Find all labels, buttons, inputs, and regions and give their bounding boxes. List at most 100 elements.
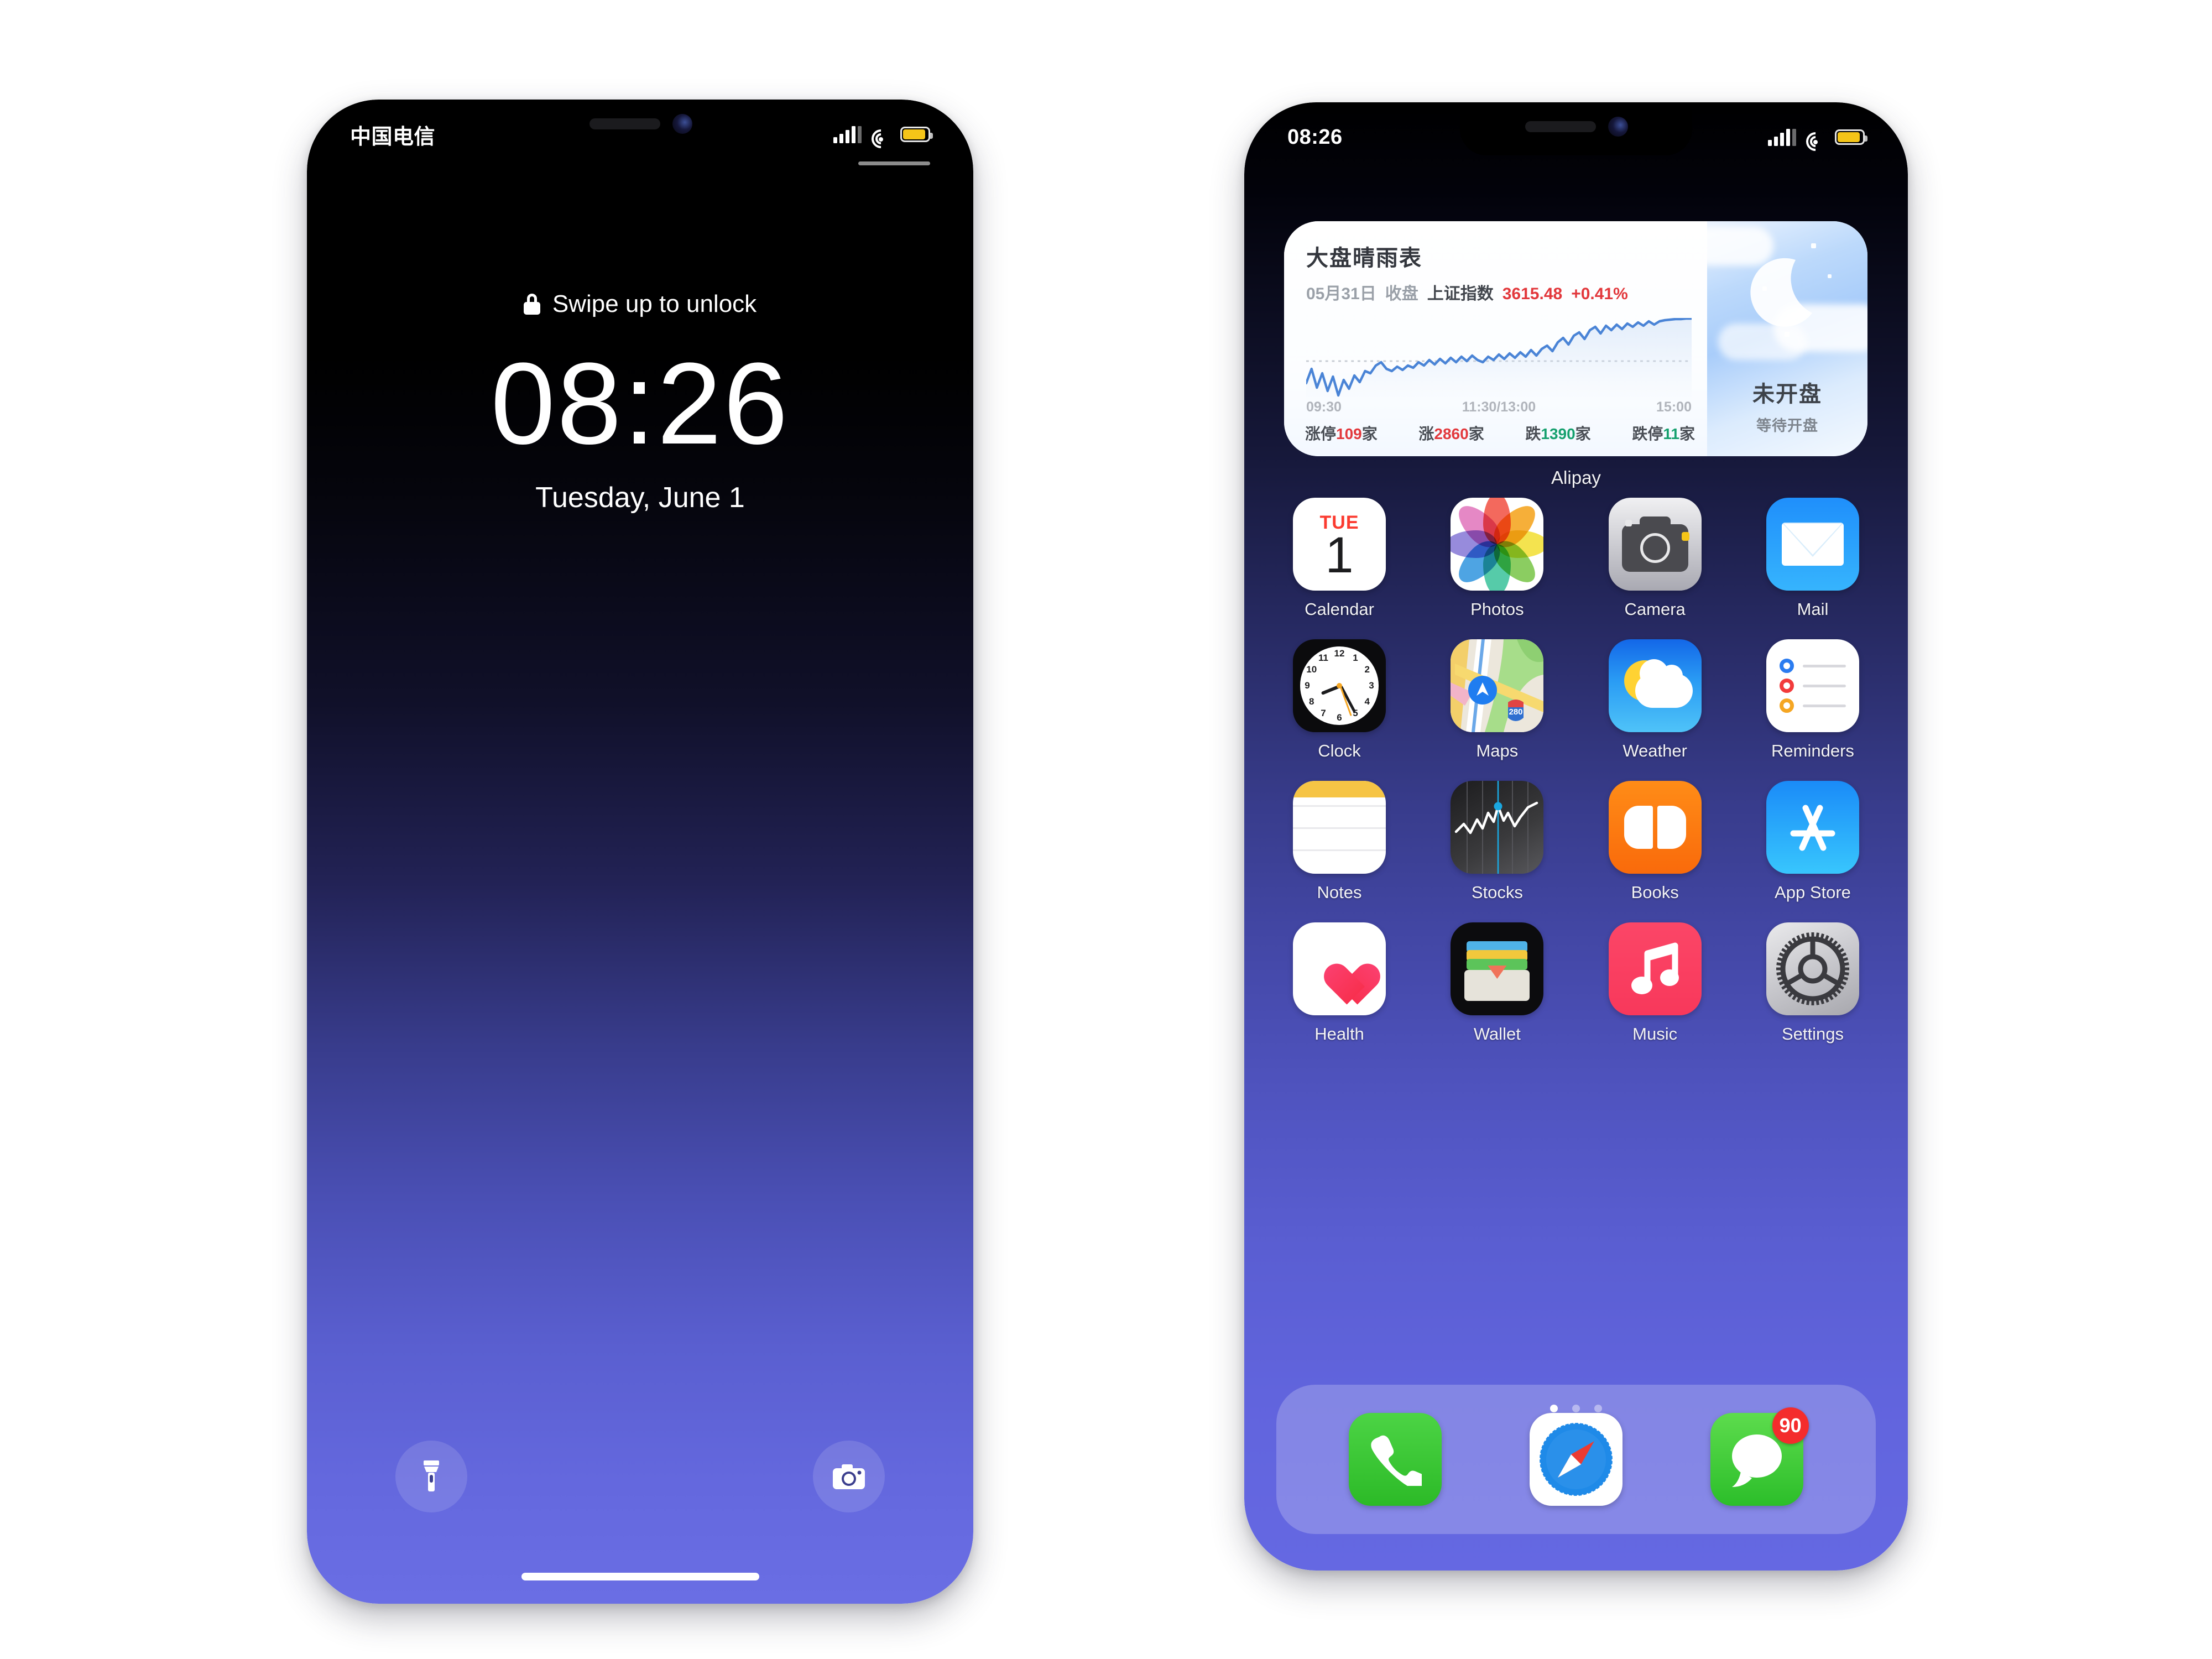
axis-middle: 11:30/13:00 [1462,399,1536,415]
clock-numeral: 9 [1305,680,1310,691]
widget-market-status: 未开盘 [1752,382,1822,406]
clock-numeral: 12 [1334,648,1345,659]
app-label: Music [1632,1024,1678,1044]
camera-icon [833,1464,865,1489]
books-icon [1608,781,1702,874]
app-notes[interactable]: Notes [1284,781,1395,902]
axis-start: 09:30 [1306,399,1342,415]
clock-numeral: 10 [1306,664,1317,675]
app-reminders[interactable]: Reminders [1757,639,1868,761]
widget-index-name: 上证指数 [1427,285,1494,303]
app-label: App Store [1775,883,1851,902]
clock-numeral: 11 [1318,652,1328,663]
home-screen-surface[interactable]: 08:26 大盘晴雨表 05月31日 收盘 上证指数 3615.48 +0.41… [1244,102,1908,1571]
stat-limit-up: 涨停109家 [1305,425,1378,442]
carrier-label: 中国电信 [350,125,436,149]
phone-icon [1349,1413,1442,1506]
app-row: Notes Stocks Books App Store [1284,781,1868,902]
lock-date: Tuesday, June 1 [535,482,745,514]
control-center-grabber[interactable] [858,161,930,165]
app-photos[interactable]: Photos [1442,498,1552,619]
maps-icon: 280 [1451,639,1544,732]
widget-session: 收盘 [1385,285,1418,303]
app-calendar[interactable]: TUE 1 Calendar [1284,498,1395,619]
swipe-hint-label: Swipe up to unlock [552,290,757,317]
app-camera[interactable]: Camera [1600,498,1710,619]
star-shape [1811,243,1816,248]
mail-icon [1766,498,1859,591]
weather-icon [1608,639,1702,732]
axis-end: 15:00 [1656,399,1692,415]
app-store-icon [1766,781,1859,874]
swipe-to-unlock-row[interactable]: Swipe up to unlock [307,290,973,318]
music-icon [1608,922,1702,1015]
clock-icon: 1 2 3 4 5 6 7 8 9 10 11 12 [1293,639,1386,732]
photos-icon [1451,498,1544,591]
lock-status-bar: 中国电信 [307,115,973,154]
app-row: Health Wallet Music Settings [1284,922,1868,1044]
widget-stats-row: 涨停109家 涨2860家 跌1390家 跌停11家 [1305,422,1695,444]
app-music[interactable]: Music [1600,922,1710,1044]
widget-app-label: Alipay [1551,467,1601,488]
calendar-icon: TUE 1 [1293,498,1386,591]
app-row: 1 2 3 4 5 6 7 8 9 10 11 12 Clock 280 Map… [1284,639,1868,761]
lock-wallpaper [307,100,973,1604]
app-label: Photos [1470,599,1524,619]
app-label: Clock [1318,741,1361,760]
home-indicator[interactable] [521,1573,759,1580]
app-grid: TUE 1 Calendar Photos Camera Mail 1 2 3 … [1284,498,1868,1064]
app-weather[interactable]: Weather [1600,639,1710,761]
stock-widget[interactable]: 大盘晴雨表 05月31日 收盘 上证指数 3615.48 +0.41% 09:3… [1284,221,1867,456]
app-maps[interactable]: 280 Maps [1442,639,1552,761]
flashlight-icon [424,1460,439,1491]
clock-numeral: 1 [1353,652,1358,663]
app-stocks[interactable]: Stocks [1442,781,1552,902]
star-shape [1785,332,1790,337]
widget-line-chart [1306,318,1692,401]
app-wallet[interactable]: Wallet [1442,922,1552,1044]
flashlight-button[interactable] [395,1441,467,1512]
lock-screen-surface[interactable]: 中国电信 Swipe up to unlock 08:26 Tuesday, J… [307,100,973,1604]
star-shape [1762,286,1767,291]
stocks-icon [1451,781,1544,874]
app-label: Wallet [1473,1024,1521,1044]
clock-numeral: 7 [1321,708,1326,719]
stat-limit-down: 跌停11家 [1632,425,1695,442]
app-app-store[interactable]: App Store [1757,781,1868,902]
widget-status-panel: 未开盘 等待开盘 [1707,221,1867,456]
wifi-icon [1802,128,1829,155]
clock-numeral: 3 [1369,680,1374,691]
widget-date: 05月31日 [1306,285,1376,303]
clock-numeral: 5 [1353,708,1358,719]
camera-button[interactable] [813,1441,885,1512]
app-health[interactable]: Health [1284,922,1395,1044]
app-label: Settings [1781,1024,1844,1044]
app-label: Calendar [1305,599,1374,619]
app-mail[interactable]: Mail [1757,498,1868,619]
battery-icon [1835,129,1867,145]
widget-index-value: 3615.48 [1502,285,1563,303]
app-label: Camera [1624,599,1686,619]
dock-app-messages[interactable]: 90 [1710,1407,1809,1506]
app-settings[interactable]: Settings [1757,922,1868,1044]
app-clock[interactable]: 1 2 3 4 5 6 7 8 9 10 11 12 Clock [1284,639,1395,761]
dock-app-phone[interactable] [1349,1413,1442,1506]
clock-numeral: 8 [1309,696,1314,707]
calendar-day: 1 [1325,526,1354,583]
app-books[interactable]: Books [1600,781,1710,902]
clock-numeral: 4 [1364,696,1370,707]
widget-subtitle-row: 05月31日 收盘 上证指数 3615.48 +0.41% [1306,280,1688,304]
app-label: Weather [1623,741,1687,760]
app-label: Mail [1797,599,1829,619]
widget-title: 大盘晴雨表 [1306,246,1422,270]
signal-bars-icon [833,126,862,143]
safari-icon [1529,1413,1623,1506]
lock-icon [523,294,540,315]
moon-clouds-icon [1750,258,1812,327]
widget-market-subtitle: 等待开盘 [1756,418,1818,434]
star-shape [1828,274,1832,278]
widget-axis-labels: 09:30 11:30/13:00 15:00 [1306,399,1692,415]
home-indicator[interactable] [1457,1540,1695,1547]
screenshot-canvas: 中国电信 Swipe up to unlock 08:26 Tuesday, J… [0,0,2212,1659]
dock-app-safari[interactable] [1529,1413,1623,1506]
